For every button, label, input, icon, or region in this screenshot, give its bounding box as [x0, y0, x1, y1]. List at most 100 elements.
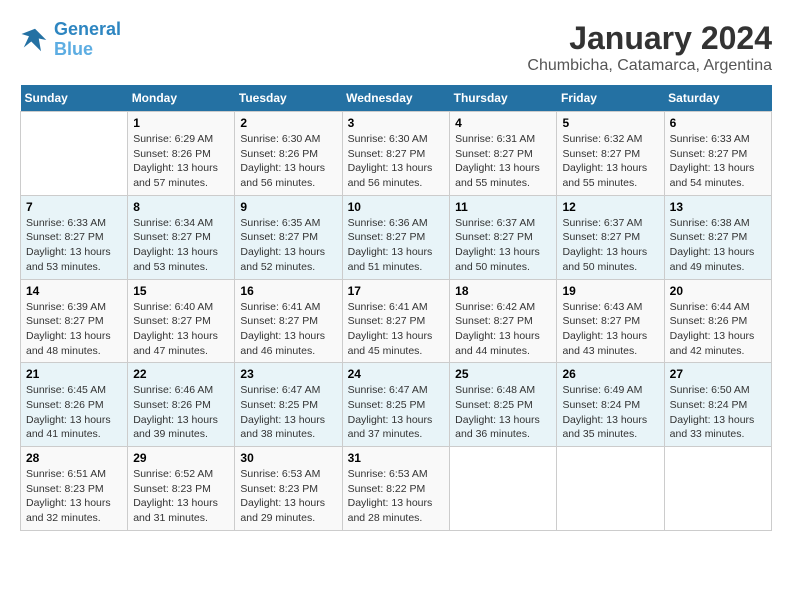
header-saturday: Saturday [664, 85, 771, 112]
header: General Blue January 2024 Chumbicha, Cat… [20, 20, 772, 75]
calendar-cell: 13 Sunrise: 6:38 AMSunset: 8:27 PMDaylig… [664, 195, 771, 279]
day-number: 19 [562, 284, 658, 298]
day-info: Sunrise: 6:29 AMSunset: 8:26 PMDaylight:… [133, 132, 229, 191]
calendar-cell: 25 Sunrise: 6:48 AMSunset: 8:25 PMDaylig… [450, 363, 557, 447]
day-info: Sunrise: 6:43 AMSunset: 8:27 PMDaylight:… [562, 300, 658, 359]
day-number: 7 [26, 200, 122, 214]
day-info: Sunrise: 6:41 AMSunset: 8:27 PMDaylight:… [348, 300, 445, 359]
day-info: Sunrise: 6:45 AMSunset: 8:26 PMDaylight:… [26, 383, 122, 442]
day-number: 1 [133, 116, 229, 130]
day-number: 22 [133, 367, 229, 381]
logo-line2: Blue [54, 39, 93, 59]
calendar-cell: 17 Sunrise: 6:41 AMSunset: 8:27 PMDaylig… [342, 279, 450, 363]
day-info: Sunrise: 6:30 AMSunset: 8:27 PMDaylight:… [348, 132, 445, 191]
calendar-cell: 6 Sunrise: 6:33 AMSunset: 8:27 PMDayligh… [664, 112, 771, 196]
day-number: 4 [455, 116, 551, 130]
day-info: Sunrise: 6:39 AMSunset: 8:27 PMDaylight:… [26, 300, 122, 359]
day-info: Sunrise: 6:37 AMSunset: 8:27 PMDaylight:… [455, 216, 551, 275]
calendar-cell: 23 Sunrise: 6:47 AMSunset: 8:25 PMDaylig… [235, 363, 342, 447]
calendar-cell: 3 Sunrise: 6:30 AMSunset: 8:27 PMDayligh… [342, 112, 450, 196]
day-number: 14 [26, 284, 122, 298]
day-number: 2 [240, 116, 336, 130]
calendar-cell: 26 Sunrise: 6:49 AMSunset: 8:24 PMDaylig… [557, 363, 664, 447]
calendar-cell: 5 Sunrise: 6:32 AMSunset: 8:27 PMDayligh… [557, 112, 664, 196]
subtitle: Chumbicha, Catamarca, Argentina [527, 57, 772, 75]
calendar-cell: 1 Sunrise: 6:29 AMSunset: 8:26 PMDayligh… [128, 112, 235, 196]
main-title: January 2024 [527, 20, 772, 57]
calendar-cell: 16 Sunrise: 6:41 AMSunset: 8:27 PMDaylig… [235, 279, 342, 363]
day-info: Sunrise: 6:53 AMSunset: 8:22 PMDaylight:… [348, 467, 445, 526]
day-number: 3 [348, 116, 445, 130]
calendar-cell: 10 Sunrise: 6:36 AMSunset: 8:27 PMDaylig… [342, 195, 450, 279]
calendar-cell: 24 Sunrise: 6:47 AMSunset: 8:25 PMDaylig… [342, 363, 450, 447]
day-number: 25 [455, 367, 551, 381]
day-number: 9 [240, 200, 336, 214]
calendar-week-5: 28 Sunrise: 6:51 AMSunset: 8:23 PMDaylig… [21, 447, 772, 531]
calendar-cell: 29 Sunrise: 6:52 AMSunset: 8:23 PMDaylig… [128, 447, 235, 531]
calendar-cell: 21 Sunrise: 6:45 AMSunset: 8:26 PMDaylig… [21, 363, 128, 447]
day-info: Sunrise: 6:52 AMSunset: 8:23 PMDaylight:… [133, 467, 229, 526]
day-number: 16 [240, 284, 336, 298]
day-number: 27 [670, 367, 766, 381]
calendar-cell: 15 Sunrise: 6:40 AMSunset: 8:27 PMDaylig… [128, 279, 235, 363]
day-info: Sunrise: 6:33 AMSunset: 8:27 PMDaylight:… [670, 132, 766, 191]
header-monday: Monday [128, 85, 235, 112]
day-info: Sunrise: 6:31 AMSunset: 8:27 PMDaylight:… [455, 132, 551, 191]
day-info: Sunrise: 6:46 AMSunset: 8:26 PMDaylight:… [133, 383, 229, 442]
calendar-cell [557, 447, 664, 531]
day-info: Sunrise: 6:41 AMSunset: 8:27 PMDaylight:… [240, 300, 336, 359]
calendar-cell: 7 Sunrise: 6:33 AMSunset: 8:27 PMDayligh… [21, 195, 128, 279]
day-info: Sunrise: 6:50 AMSunset: 8:24 PMDaylight:… [670, 383, 766, 442]
day-info: Sunrise: 6:37 AMSunset: 8:27 PMDaylight:… [562, 216, 658, 275]
day-number: 12 [562, 200, 658, 214]
header-tuesday: Tuesday [235, 85, 342, 112]
day-number: 6 [670, 116, 766, 130]
header-wednesday: Wednesday [342, 85, 450, 112]
calendar-cell: 22 Sunrise: 6:46 AMSunset: 8:26 PMDaylig… [128, 363, 235, 447]
day-info: Sunrise: 6:49 AMSunset: 8:24 PMDaylight:… [562, 383, 658, 442]
header-friday: Friday [557, 85, 664, 112]
calendar-cell: 28 Sunrise: 6:51 AMSunset: 8:23 PMDaylig… [21, 447, 128, 531]
day-info: Sunrise: 6:44 AMSunset: 8:26 PMDaylight:… [670, 300, 766, 359]
calendar-cell: 9 Sunrise: 6:35 AMSunset: 8:27 PMDayligh… [235, 195, 342, 279]
day-number: 28 [26, 451, 122, 465]
day-number: 17 [348, 284, 445, 298]
logo-line1: General [54, 19, 121, 39]
day-info: Sunrise: 6:53 AMSunset: 8:23 PMDaylight:… [240, 467, 336, 526]
header-sunday: Sunday [21, 85, 128, 112]
day-info: Sunrise: 6:48 AMSunset: 8:25 PMDaylight:… [455, 383, 551, 442]
day-info: Sunrise: 6:38 AMSunset: 8:27 PMDaylight:… [670, 216, 766, 275]
day-number: 5 [562, 116, 658, 130]
calendar-cell: 18 Sunrise: 6:42 AMSunset: 8:27 PMDaylig… [450, 279, 557, 363]
day-number: 13 [670, 200, 766, 214]
calendar-cell: 27 Sunrise: 6:50 AMSunset: 8:24 PMDaylig… [664, 363, 771, 447]
day-number: 23 [240, 367, 336, 381]
day-info: Sunrise: 6:47 AMSunset: 8:25 PMDaylight:… [348, 383, 445, 442]
calendar-week-3: 14 Sunrise: 6:39 AMSunset: 8:27 PMDaylig… [21, 279, 772, 363]
calendar-cell [450, 447, 557, 531]
day-number: 8 [133, 200, 229, 214]
day-info: Sunrise: 6:33 AMSunset: 8:27 PMDaylight:… [26, 216, 122, 275]
day-info: Sunrise: 6:47 AMSunset: 8:25 PMDaylight:… [240, 383, 336, 442]
title-area: January 2024 Chumbicha, Catamarca, Argen… [527, 20, 772, 75]
calendar-cell: 11 Sunrise: 6:37 AMSunset: 8:27 PMDaylig… [450, 195, 557, 279]
calendar-cell [21, 112, 128, 196]
day-number: 31 [348, 451, 445, 465]
calendar-cell: 20 Sunrise: 6:44 AMSunset: 8:26 PMDaylig… [664, 279, 771, 363]
day-number: 24 [348, 367, 445, 381]
calendar-cell: 30 Sunrise: 6:53 AMSunset: 8:23 PMDaylig… [235, 447, 342, 531]
day-number: 15 [133, 284, 229, 298]
day-number: 29 [133, 451, 229, 465]
logo-icon [20, 25, 50, 55]
day-info: Sunrise: 6:35 AMSunset: 8:27 PMDaylight:… [240, 216, 336, 275]
calendar-table: SundayMondayTuesdayWednesdayThursdayFrid… [20, 85, 772, 531]
calendar-cell: 4 Sunrise: 6:31 AMSunset: 8:27 PMDayligh… [450, 112, 557, 196]
day-number: 30 [240, 451, 336, 465]
logo-text: General Blue [54, 20, 121, 60]
calendar-cell: 19 Sunrise: 6:43 AMSunset: 8:27 PMDaylig… [557, 279, 664, 363]
calendar-header-row: SundayMondayTuesdayWednesdayThursdayFrid… [21, 85, 772, 112]
calendar-cell: 12 Sunrise: 6:37 AMSunset: 8:27 PMDaylig… [557, 195, 664, 279]
calendar-cell: 8 Sunrise: 6:34 AMSunset: 8:27 PMDayligh… [128, 195, 235, 279]
day-info: Sunrise: 6:42 AMSunset: 8:27 PMDaylight:… [455, 300, 551, 359]
day-number: 26 [562, 367, 658, 381]
